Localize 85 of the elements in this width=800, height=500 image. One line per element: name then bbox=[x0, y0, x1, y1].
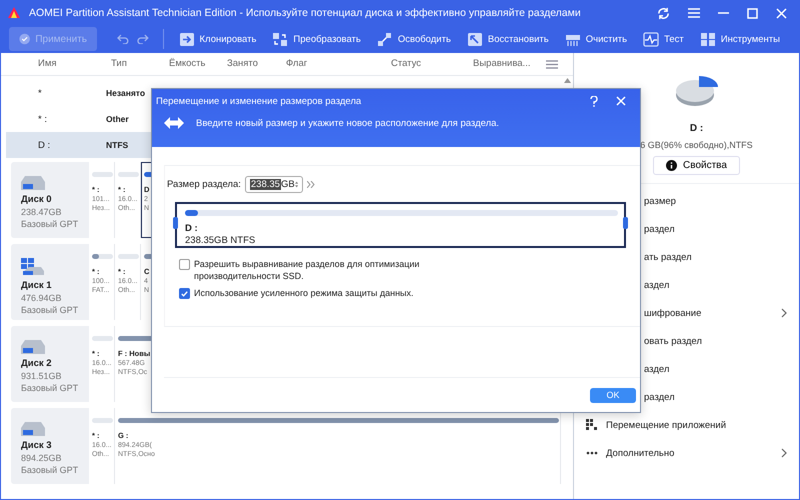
close-icon[interactable] bbox=[616, 96, 626, 106]
table-cell: * : bbox=[38, 114, 47, 124]
action-item[interactable]: шифрование bbox=[584, 299, 799, 327]
columns-icon[interactable] bbox=[546, 60, 558, 69]
partition-detail: 238.35GB NTFS bbox=[185, 235, 256, 246]
properties-button[interactable]: Свойства bbox=[653, 156, 740, 175]
option-label: Разрешить выравнивание разделов для оптимизации производительности SSD. bbox=[194, 258, 420, 282]
scroll-up-icon[interactable] bbox=[564, 78, 570, 83]
grid-icon bbox=[700, 32, 716, 46]
maximize-icon[interactable] bbox=[747, 8, 758, 18]
redo-icon[interactable] bbox=[136, 34, 149, 44]
disk-size: 931.51GB bbox=[21, 371, 63, 381]
window-title: AOMEI Partition Assistant Technician Edition - Используйте потенциал диска и эффективно управляйте разделами bbox=[29, 7, 581, 19]
checkmark-icon bbox=[180, 288, 189, 298]
pie-chart-icon bbox=[674, 73, 718, 109]
usage-bar bbox=[92, 336, 113, 341]
partition-name: D : bbox=[690, 123, 704, 134]
partition-info: 6 GB(96% свободно),NTFS bbox=[640, 140, 753, 150]
table-cell: * bbox=[38, 88, 42, 98]
checkbox[interactable] bbox=[179, 259, 190, 270]
disk-name: Диск 2 bbox=[21, 358, 53, 369]
column-header[interactable]: Тип bbox=[111, 58, 127, 69]
toolbar-button[interactable]: Клонировать bbox=[174, 27, 262, 51]
disk-name: Диск 0 bbox=[21, 194, 53, 205]
menu-icon[interactable] bbox=[688, 8, 700, 18]
pulse-icon bbox=[643, 32, 660, 46]
usage-bar bbox=[118, 254, 139, 259]
resize-handle[interactable] bbox=[173, 217, 178, 229]
partition-map[interactable]: D : 238.35GB NTFS bbox=[175, 202, 626, 248]
partition-label: D : bbox=[185, 223, 199, 234]
refresh-icon[interactable] bbox=[657, 6, 670, 20]
table-cell: NTFS bbox=[106, 140, 128, 150]
usage-bar bbox=[118, 172, 139, 177]
usage-bar bbox=[92, 172, 113, 177]
disk-size: 894.25GB bbox=[21, 453, 63, 463]
column-header[interactable]: Статус bbox=[391, 58, 422, 69]
disk-size: 238.47GB bbox=[21, 207, 63, 217]
table-cell: Незанято bbox=[106, 88, 146, 98]
toolbar-button[interactable]: Восстановить bbox=[462, 27, 554, 51]
check-icon bbox=[19, 32, 30, 46]
disk-name: Диск 3 bbox=[21, 440, 53, 451]
dialog-subtitle: Введите новый размер и укажите новое расположение для раздела. bbox=[196, 118, 500, 128]
toolbar-button[interactable]: Преобразовать bbox=[267, 27, 366, 51]
column-header[interactable]: Выравнива... bbox=[473, 58, 530, 69]
more-icon bbox=[586, 451, 598, 455]
column-header[interactable]: Имя bbox=[38, 58, 57, 69]
table-cell: Other bbox=[106, 114, 129, 124]
usage-bar bbox=[92, 254, 113, 259]
toolbar-button[interactable]: Освободить bbox=[372, 27, 456, 51]
size-label: Размер раздела: bbox=[167, 179, 241, 190]
grid-icon bbox=[586, 419, 598, 431]
disk-type: Базовый GPT bbox=[21, 219, 80, 229]
column-header[interactable]: Флаг bbox=[286, 58, 308, 69]
info-icon bbox=[666, 160, 678, 171]
resize-handle[interactable] bbox=[623, 217, 628, 229]
action-item[interactable]: Дополнительно bbox=[584, 439, 799, 467]
size-spinbox[interactable]: 238.35 GB bbox=[244, 176, 303, 193]
app-logo-icon bbox=[7, 6, 21, 20]
disk-type: Базовый GPT bbox=[21, 465, 80, 475]
table-cell: D : bbox=[38, 140, 50, 150]
toolbar-button[interactable]: Тест bbox=[638, 27, 689, 51]
checkbox[interactable] bbox=[179, 288, 190, 299]
undo-icon[interactable] bbox=[117, 34, 129, 44]
disk-name: Диск 1 bbox=[21, 280, 53, 291]
double-arrow-icon bbox=[164, 117, 184, 129]
column-header[interactable]: Ёмкость bbox=[169, 58, 206, 69]
action-item[interactable]: Перемещение приложений bbox=[584, 411, 799, 439]
restore-icon bbox=[466, 32, 483, 46]
help-icon[interactable] bbox=[590, 96, 598, 106]
column-header[interactable]: Занято bbox=[227, 58, 258, 69]
convert-icon bbox=[272, 32, 288, 46]
disk-size: 476.94GB bbox=[21, 293, 63, 303]
dialog-title: Перемещение и изменение размеров раздела bbox=[156, 96, 362, 106]
clone-icon bbox=[178, 32, 195, 46]
toolbar-button[interactable]: Инструменты bbox=[694, 27, 785, 51]
usage-bar bbox=[92, 418, 113, 423]
disk-type: Базовый GPT bbox=[21, 383, 80, 393]
disk-type: Базовый GPT bbox=[21, 305, 80, 315]
minimize-icon[interactable] bbox=[718, 12, 729, 14]
spinner-arrows-icon[interactable] bbox=[294, 179, 298, 190]
toolbar-button[interactable]: Очистить bbox=[560, 27, 632, 51]
close-icon[interactable] bbox=[776, 8, 787, 18]
expand-icon[interactable] bbox=[306, 181, 315, 188]
option-label: Использование усиленного режима защиты данных. bbox=[194, 287, 415, 299]
resize-icon bbox=[376, 32, 393, 46]
